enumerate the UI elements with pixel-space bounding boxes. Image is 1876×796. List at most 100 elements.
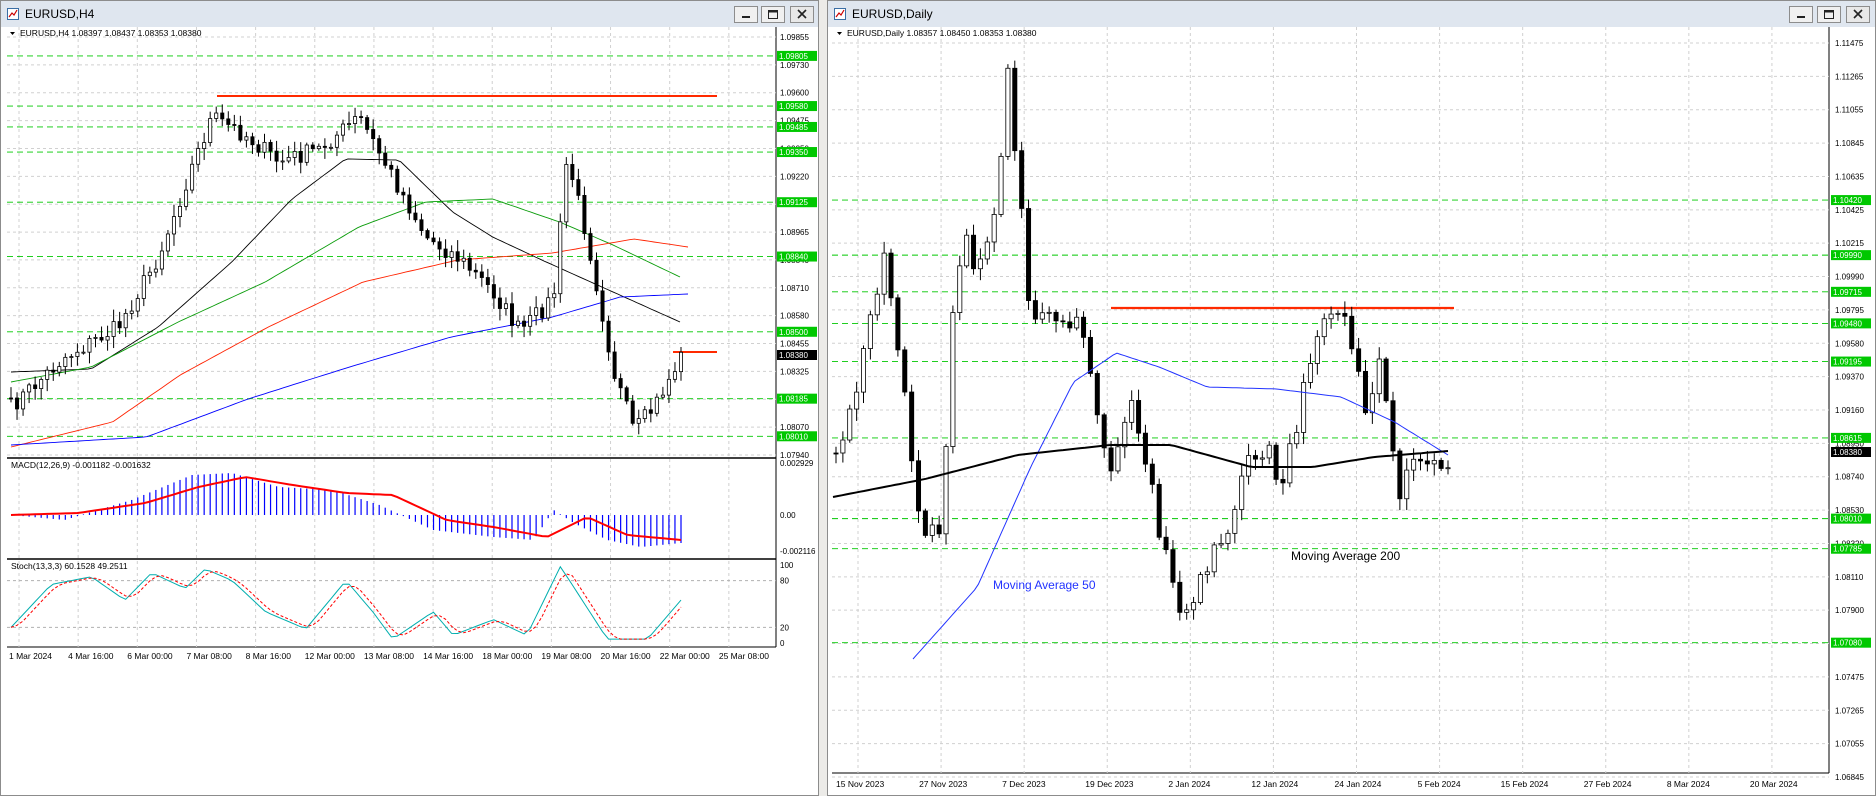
price-tick-label: 1.09990: [1835, 273, 1864, 282]
h4-candle: [27, 384, 32, 393]
h4-candle: [365, 117, 370, 130]
h4-candle: [618, 378, 623, 389]
minimize-button[interactable]: [1789, 6, 1813, 23]
daily-candle: [1438, 460, 1444, 469]
h4-candle: [81, 351, 86, 354]
h4-candle: [316, 145, 321, 150]
daily-candle: [1287, 443, 1293, 484]
price-tick-label: 1.08455: [780, 340, 809, 349]
daily-candle: [1424, 460, 1430, 465]
close-button[interactable]: [1846, 6, 1870, 23]
moving-average-50-label: Moving Average 50: [993, 578, 1096, 592]
daily-candle: [943, 446, 949, 535]
h4-candle: [534, 307, 539, 316]
h4-background: [1, 27, 818, 795]
daily-candle: [1404, 469, 1410, 500]
h4-chart-area[interactable]: 1.098551.097301.096001.094751.093501.092…: [1, 27, 819, 796]
h4-candle: [75, 351, 80, 357]
h4-candle: [600, 290, 605, 322]
daily-chart-area[interactable]: 1.11475 1.11265 1.11055 1.10845 1.10635 1.104…: [828, 27, 1876, 796]
h4-candle: [467, 257, 472, 271]
daily-candle: [1019, 150, 1025, 209]
h4-candle: [340, 123, 345, 136]
daily-candle: [840, 439, 846, 454]
h4-candle: [208, 118, 213, 143]
daily-candle: [1211, 544, 1217, 573]
price-tick-label: 1.08580: [780, 312, 809, 321]
h4-candle: [672, 371, 677, 380]
moving-average-200-label: Moving Average 200: [1291, 549, 1401, 563]
maximize-button[interactable]: [761, 6, 785, 23]
time-tick-label: 7 Dec 2023: [1002, 779, 1046, 789]
h4-candle: [660, 394, 665, 398]
daily-candle: [1369, 393, 1375, 414]
macd-tick-label: -0.002116: [780, 547, 816, 556]
stoch-tick-label: 0: [780, 639, 785, 648]
daily-candle: [1383, 358, 1389, 402]
time-tick-label: 14 Mar 16:00: [423, 651, 473, 661]
maximize-button[interactable]: [1817, 6, 1841, 23]
time-tick-label: 22 Mar 00:00: [660, 651, 710, 661]
h4-candle: [648, 409, 653, 414]
h4-candle: [129, 310, 134, 314]
time-tick-label: 5 Feb 2024: [1418, 779, 1461, 789]
price-tick-label: 1.08110: [1835, 573, 1864, 582]
h4-candle: [51, 369, 56, 373]
h4-candle: [202, 142, 207, 149]
daily-chart-window[interactable]: EURUSD,Daily 1.11475 1.11265 1.11055 1.1084…: [827, 0, 1876, 796]
level-price-tag-label: 1.09350: [779, 148, 808, 157]
time-tick-label: 6 Mar 00:00: [127, 651, 173, 661]
h4-candle: [606, 320, 611, 353]
price-tick-label: 1.11265: [1835, 72, 1864, 81]
h4-chart-window[interactable]: EURUSD,H4 1.09855 1.09730 1.09600 1.09475 1.…: [0, 0, 819, 796]
time-tick-label: 24 Jan 2024: [1335, 779, 1382, 789]
price-tick-label: 1.10845: [1835, 139, 1864, 148]
price-tick-label: 1.09795: [1835, 306, 1864, 315]
minimize-button[interactable]: [734, 6, 758, 23]
time-tick-label: 1 Mar 2024: [9, 651, 52, 661]
daily-candle: [1411, 458, 1417, 471]
price-tick-label: 1.08325: [780, 367, 809, 376]
h4-title-bar[interactable]: EURUSD,H4: [1, 1, 818, 28]
daily-candle: [1060, 320, 1066, 323]
h4-candle: [334, 134, 339, 148]
h4-candle: [141, 275, 146, 299]
daily-candle: [1321, 318, 1327, 338]
level-price-tag-label: 1.09715: [1833, 288, 1862, 297]
time-tick-label: 7 Mar 08:00: [186, 651, 232, 661]
price-tick-label: 1.09855: [780, 33, 809, 42]
daily-candle: [971, 234, 977, 270]
h4-candle: [226, 118, 231, 125]
daily-candle: [916, 460, 922, 512]
daily-candle: [1177, 581, 1183, 613]
h4-candle: [473, 269, 478, 273]
h4-candle: [630, 400, 635, 424]
daily-candle: [991, 214, 997, 243]
price-tick-label: 1.11055: [1835, 106, 1864, 115]
daily-candle: [1115, 446, 1121, 472]
h4-candle: [425, 230, 430, 239]
h4-candle: [582, 195, 587, 234]
h4-candle: [8, 397, 13, 400]
h4-candle: [286, 157, 291, 162]
h4-candle: [666, 378, 671, 396]
daily-candle: [1301, 382, 1307, 433]
time-tick-label: 12 Mar 00:00: [305, 651, 355, 661]
current-price-label: 1.08380: [1833, 448, 1862, 457]
daily-candle: [1108, 447, 1114, 472]
macd-label: MACD(12,26,9) -0.001182 -0.001632: [11, 460, 151, 470]
daily-candle: [1191, 602, 1197, 611]
time-tick-label: 27 Nov 2023: [919, 779, 967, 789]
level-price-tag-label: 1.08010: [779, 432, 808, 441]
level-price-tag-label: 1.09580: [779, 102, 808, 111]
close-button[interactable]: [790, 6, 814, 23]
h4-candle: [57, 366, 62, 373]
h4-candle: [455, 251, 460, 262]
daily-candle: [1067, 321, 1073, 329]
daily-candle: [1314, 336, 1320, 364]
daily-symbol-info: EURUSD,Daily 1.08357 1.08450 1.08353 1.0…: [847, 28, 1037, 38]
h4-candle: [268, 141, 273, 152]
h4-candle: [238, 124, 243, 141]
level-price-tag-label: 1.09990: [1833, 251, 1862, 260]
daily-title-bar[interactable]: EURUSD,Daily: [828, 1, 1875, 28]
